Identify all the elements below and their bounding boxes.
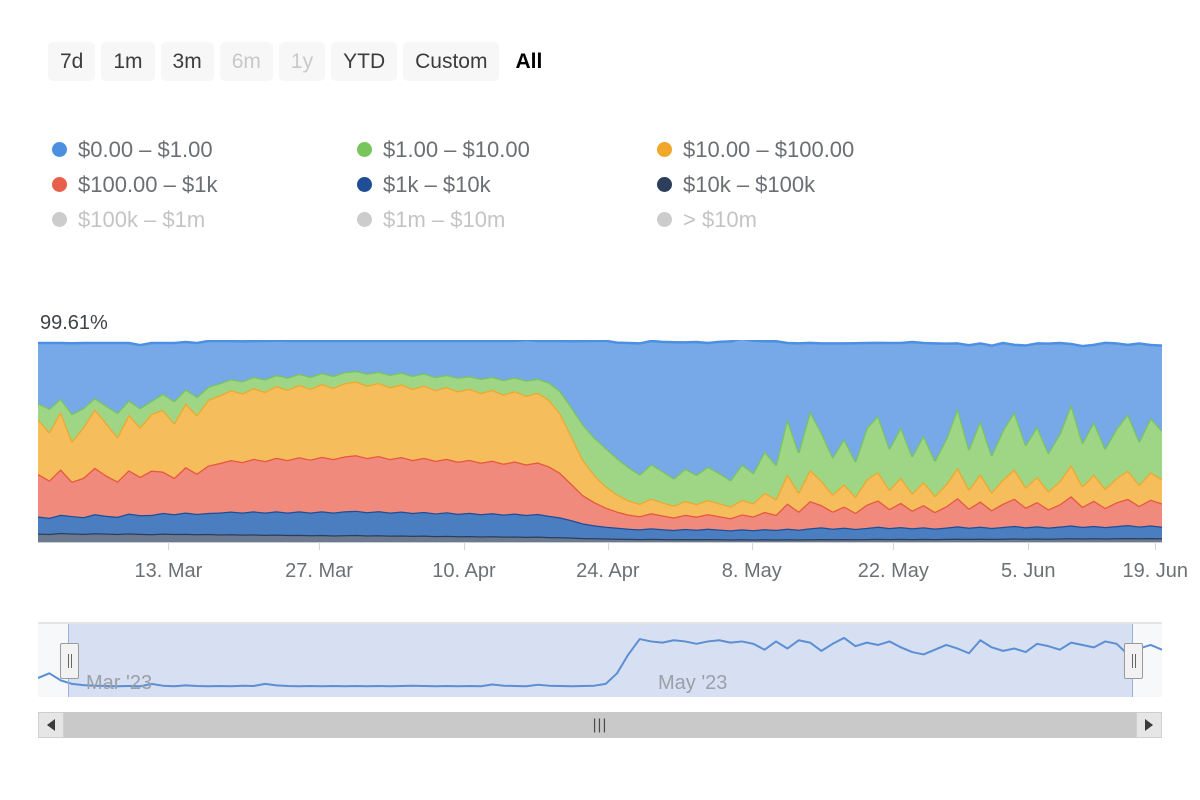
range-selector: 7d 1m 3m 6m 1y YTD Custom All — [48, 42, 552, 81]
chart-legend: $0.00 – $1.00 $1.00 – $10.00 $10.00 – $1… — [52, 132, 1012, 237]
x-axis-tick-mark — [168, 542, 169, 550]
legend-dot-icon — [657, 212, 672, 227]
navigator-end-date: May '23 — [658, 672, 727, 695]
legend-item-10k-100k[interactable]: $10k – $100k — [657, 172, 957, 198]
legend-item-0-1[interactable]: $0.00 – $1.00 — [52, 137, 357, 163]
legend-label: $1m – $10m — [383, 207, 505, 233]
chart-svg: IntoTheBlock — [38, 340, 1162, 542]
x-axis-tick-label: 24. Apr — [576, 560, 639, 583]
legend-label: $1.00 – $10.00 — [383, 137, 530, 163]
legend-dot-icon — [357, 177, 372, 192]
x-axis-tick-mark — [464, 542, 465, 550]
navigator-body[interactable]: Mar '23 May '23 — [38, 624, 1162, 697]
range-button-1y: 1y — [279, 42, 325, 81]
x-axis-tick-mark — [752, 542, 753, 550]
legend-label: $10k – $100k — [683, 172, 815, 198]
legend-item-1k-10k[interactable]: $1k – $10k — [357, 172, 657, 198]
legend-dot-icon — [52, 212, 67, 227]
x-axis-tick-label: 13. Mar — [134, 560, 202, 583]
range-button-3m[interactable]: 3m — [161, 42, 214, 81]
scrollbar-right-button[interactable] — [1136, 712, 1162, 738]
legend-item-100-1k[interactable]: $100.00 – $1k — [52, 172, 357, 198]
x-axis-tick-mark — [608, 542, 609, 550]
chart-navigator[interactable]: Mar '23 May '23 — [38, 622, 1162, 697]
x-axis-tick-label: 27. Mar — [285, 560, 353, 583]
range-button-ytd[interactable]: YTD — [331, 42, 397, 81]
legend-label: $10.00 – $100.00 — [683, 137, 854, 163]
arrow-right-icon — [1145, 719, 1153, 731]
scrollbar-left-button[interactable] — [38, 712, 64, 738]
legend-item-1m-10m[interactable]: $1m – $10m — [357, 207, 657, 233]
legend-item-100k-1m[interactable]: $100k – $1m — [52, 207, 357, 233]
scrollbar-grip[interactable]: ||| — [593, 718, 608, 733]
x-axis-tick-label: 10. Apr — [432, 560, 495, 583]
navigator-handle-right[interactable] — [1124, 643, 1143, 679]
stacked-area-chart: 99.61% 66.92% 34.23% 1.54% IntoTheBlock … — [0, 300, 1200, 600]
x-axis-tick-label: 8. May — [722, 560, 782, 583]
range-button-6m: 6m — [220, 42, 273, 81]
navigator-start-date: Mar '23 — [86, 672, 152, 695]
legend-dot-icon — [52, 142, 67, 157]
legend-dot-icon — [657, 177, 672, 192]
legend-dot-icon — [357, 212, 372, 227]
chart-plot-area[interactable]: IntoTheBlock — [38, 340, 1162, 542]
legend-label: $1k – $10k — [383, 172, 491, 198]
y-axis-label-top: 99.61% — [40, 312, 108, 335]
x-axis-tick-label: 5. Jun — [1001, 560, 1055, 583]
scrollbar-track[interactable]: ||| — [64, 712, 1136, 738]
range-button-custom[interactable]: Custom — [403, 42, 499, 81]
arrow-left-icon — [47, 719, 55, 731]
navigator-series — [38, 624, 1162, 697]
legend-dot-icon — [357, 142, 372, 157]
x-axis-tick-label: 22. May — [858, 560, 929, 583]
legend-item-1-10[interactable]: $1.00 – $10.00 — [357, 137, 657, 163]
legend-item-10-100[interactable]: $10.00 – $100.00 — [657, 137, 957, 163]
legend-label: $100k – $1m — [78, 207, 205, 233]
x-axis-tick-mark — [319, 542, 320, 550]
x-axis-tick-mark — [1155, 542, 1156, 550]
legend-dot-icon — [657, 142, 672, 157]
x-axis: 13. Mar 27. Mar 10. Apr 24. Apr 8. May 22. Ma… — [38, 542, 1162, 588]
x-axis-tick-label: 19. Jun — [1122, 560, 1188, 583]
navigator-line — [38, 638, 1162, 686]
legend-label: $0.00 – $1.00 — [78, 137, 213, 163]
range-button-7d[interactable]: 7d — [48, 42, 95, 81]
legend-label: > $10m — [683, 207, 757, 233]
range-button-all[interactable]: All — [505, 42, 552, 81]
navigator-handle-left[interactable] — [60, 643, 79, 679]
x-axis-tick-mark — [893, 542, 894, 550]
legend-label: $100.00 – $1k — [78, 172, 217, 198]
legend-item-over-10m[interactable]: > $10m — [657, 207, 957, 233]
chart-scrollbar[interactable]: ||| — [38, 712, 1162, 738]
range-button-1m[interactable]: 1m — [101, 42, 154, 81]
legend-dot-icon — [52, 177, 67, 192]
x-axis-tick-mark — [1028, 542, 1029, 550]
